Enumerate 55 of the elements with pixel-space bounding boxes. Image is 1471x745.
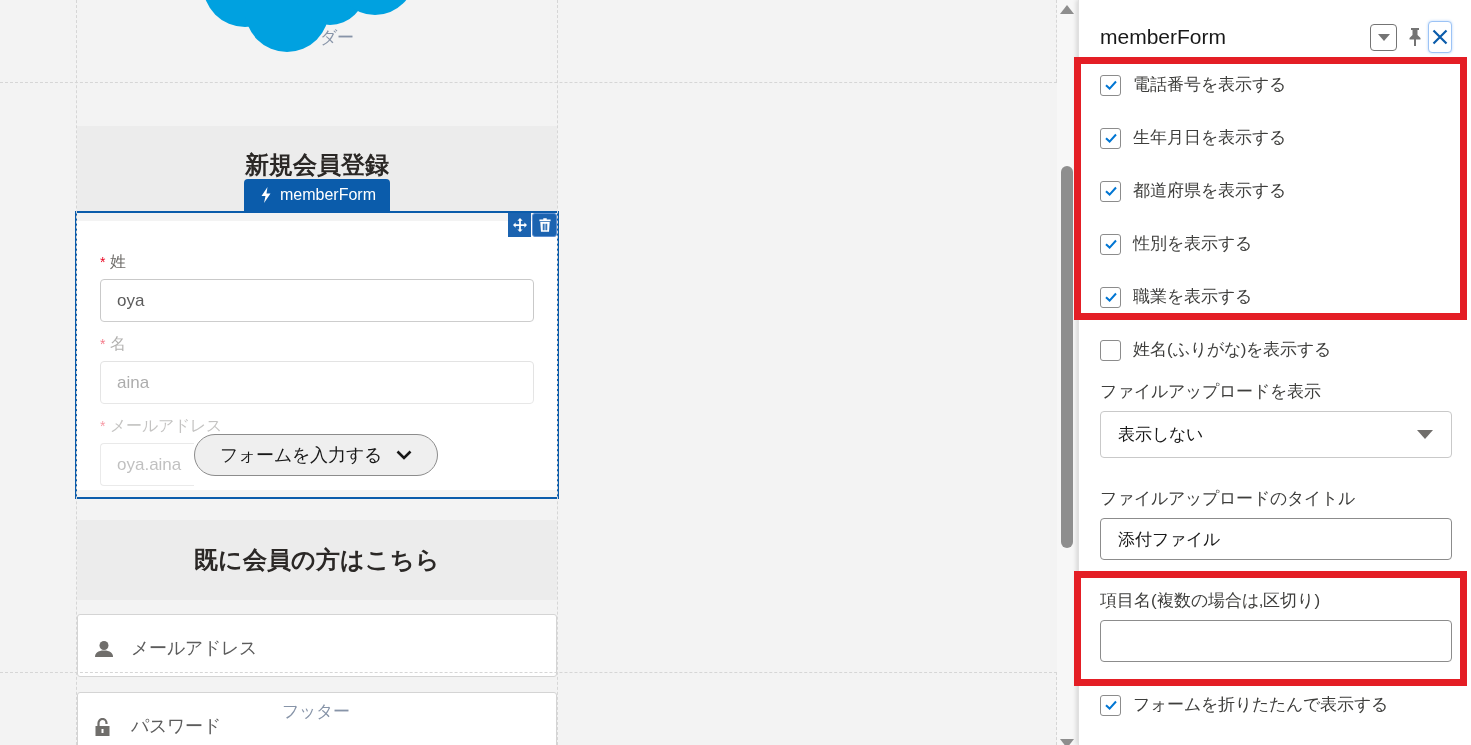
checkmark-icon: [1104, 292, 1117, 302]
footer-region-label: フッター: [282, 702, 350, 722]
field-label: * 名: [100, 334, 126, 354]
close-icon: [1432, 29, 1448, 45]
email-field[interactable]: メールアドレス: [77, 614, 557, 677]
checkbox-label: 電話番号を表示する: [1133, 74, 1286, 96]
checkbox[interactable]: [1100, 233, 1121, 255]
scrollbar-thumb[interactable]: [1061, 166, 1073, 548]
checkmark-icon: [1104, 239, 1117, 249]
checkbox-label: 都道府県を表示する: [1133, 180, 1286, 202]
checkbox[interactable]: [1100, 74, 1121, 96]
menu-button[interactable]: [1370, 23, 1397, 51]
checkmark-icon: [1104, 133, 1117, 143]
checkbox-label: 姓名(ふりがな)を表示する: [1133, 339, 1332, 361]
field-label: * 姓: [100, 252, 126, 272]
pin-icon[interactable]: [1409, 28, 1421, 46]
checkbox[interactable]: [1100, 694, 1121, 716]
field-label: ファイルアップロードを表示: [1100, 382, 1322, 402]
checkmark-icon: [1104, 80, 1117, 90]
text-field[interactable]: [1100, 620, 1452, 662]
field-label: 項目名(複数の場合は,区切り): [1100, 591, 1322, 611]
text-field[interactable]: 添付ファイル: [1100, 518, 1452, 560]
checkbox-label: フォームを折りたたんで表示する: [1133, 694, 1388, 716]
scroll-up-icon[interactable]: [1060, 5, 1074, 14]
section-title: 新規会員登録: [245, 151, 389, 179]
caret-down-icon: [1417, 430, 1433, 439]
chevron-down-icon: [396, 450, 412, 460]
checkbox[interactable]: [1100, 339, 1121, 361]
checkbox-label: 生年月日を表示する: [1133, 127, 1286, 149]
checkbox-label: 職業を表示する: [1133, 286, 1252, 308]
delete-button[interactable]: [532, 213, 557, 237]
input-field[interactable]: oya: [100, 279, 534, 322]
caret-down-icon: [1377, 33, 1390, 41]
move-icon: [512, 218, 527, 232]
panel-title: memberForm: [1100, 24, 1226, 50]
move-button[interactable]: [508, 213, 531, 237]
section-title: 既に会員の方はこちら: [194, 546, 440, 574]
header-region-label: ダー: [320, 28, 354, 48]
field-label: * メールアドレス: [100, 416, 222, 436]
component-frame[interactable]: * 姓 oya * 名 aina * メールアドレス oya.aina フォームを入力する: [75, 211, 559, 499]
person-icon: [95, 640, 113, 657]
checkbox[interactable]: [1100, 286, 1121, 308]
component-tab[interactable]: memberForm: [244, 179, 390, 211]
close-button[interactable]: [1428, 21, 1452, 53]
checkmark-icon: [1104, 186, 1117, 196]
checkbox[interactable]: [1100, 180, 1121, 202]
checkbox-label: 性別を表示する: [1133, 233, 1252, 255]
trash-icon: [538, 218, 551, 232]
field-label: ファイルアップロードのタイトル: [1100, 489, 1356, 509]
lightning-icon: [261, 187, 271, 203]
checkmark-icon: [1104, 700, 1117, 710]
lock-icon: [95, 717, 110, 736]
checkbox[interactable]: [1100, 127, 1121, 149]
select-field[interactable]: 表示しない: [1100, 411, 1452, 458]
expand-form-button[interactable]: フォームを入力する: [194, 434, 438, 476]
